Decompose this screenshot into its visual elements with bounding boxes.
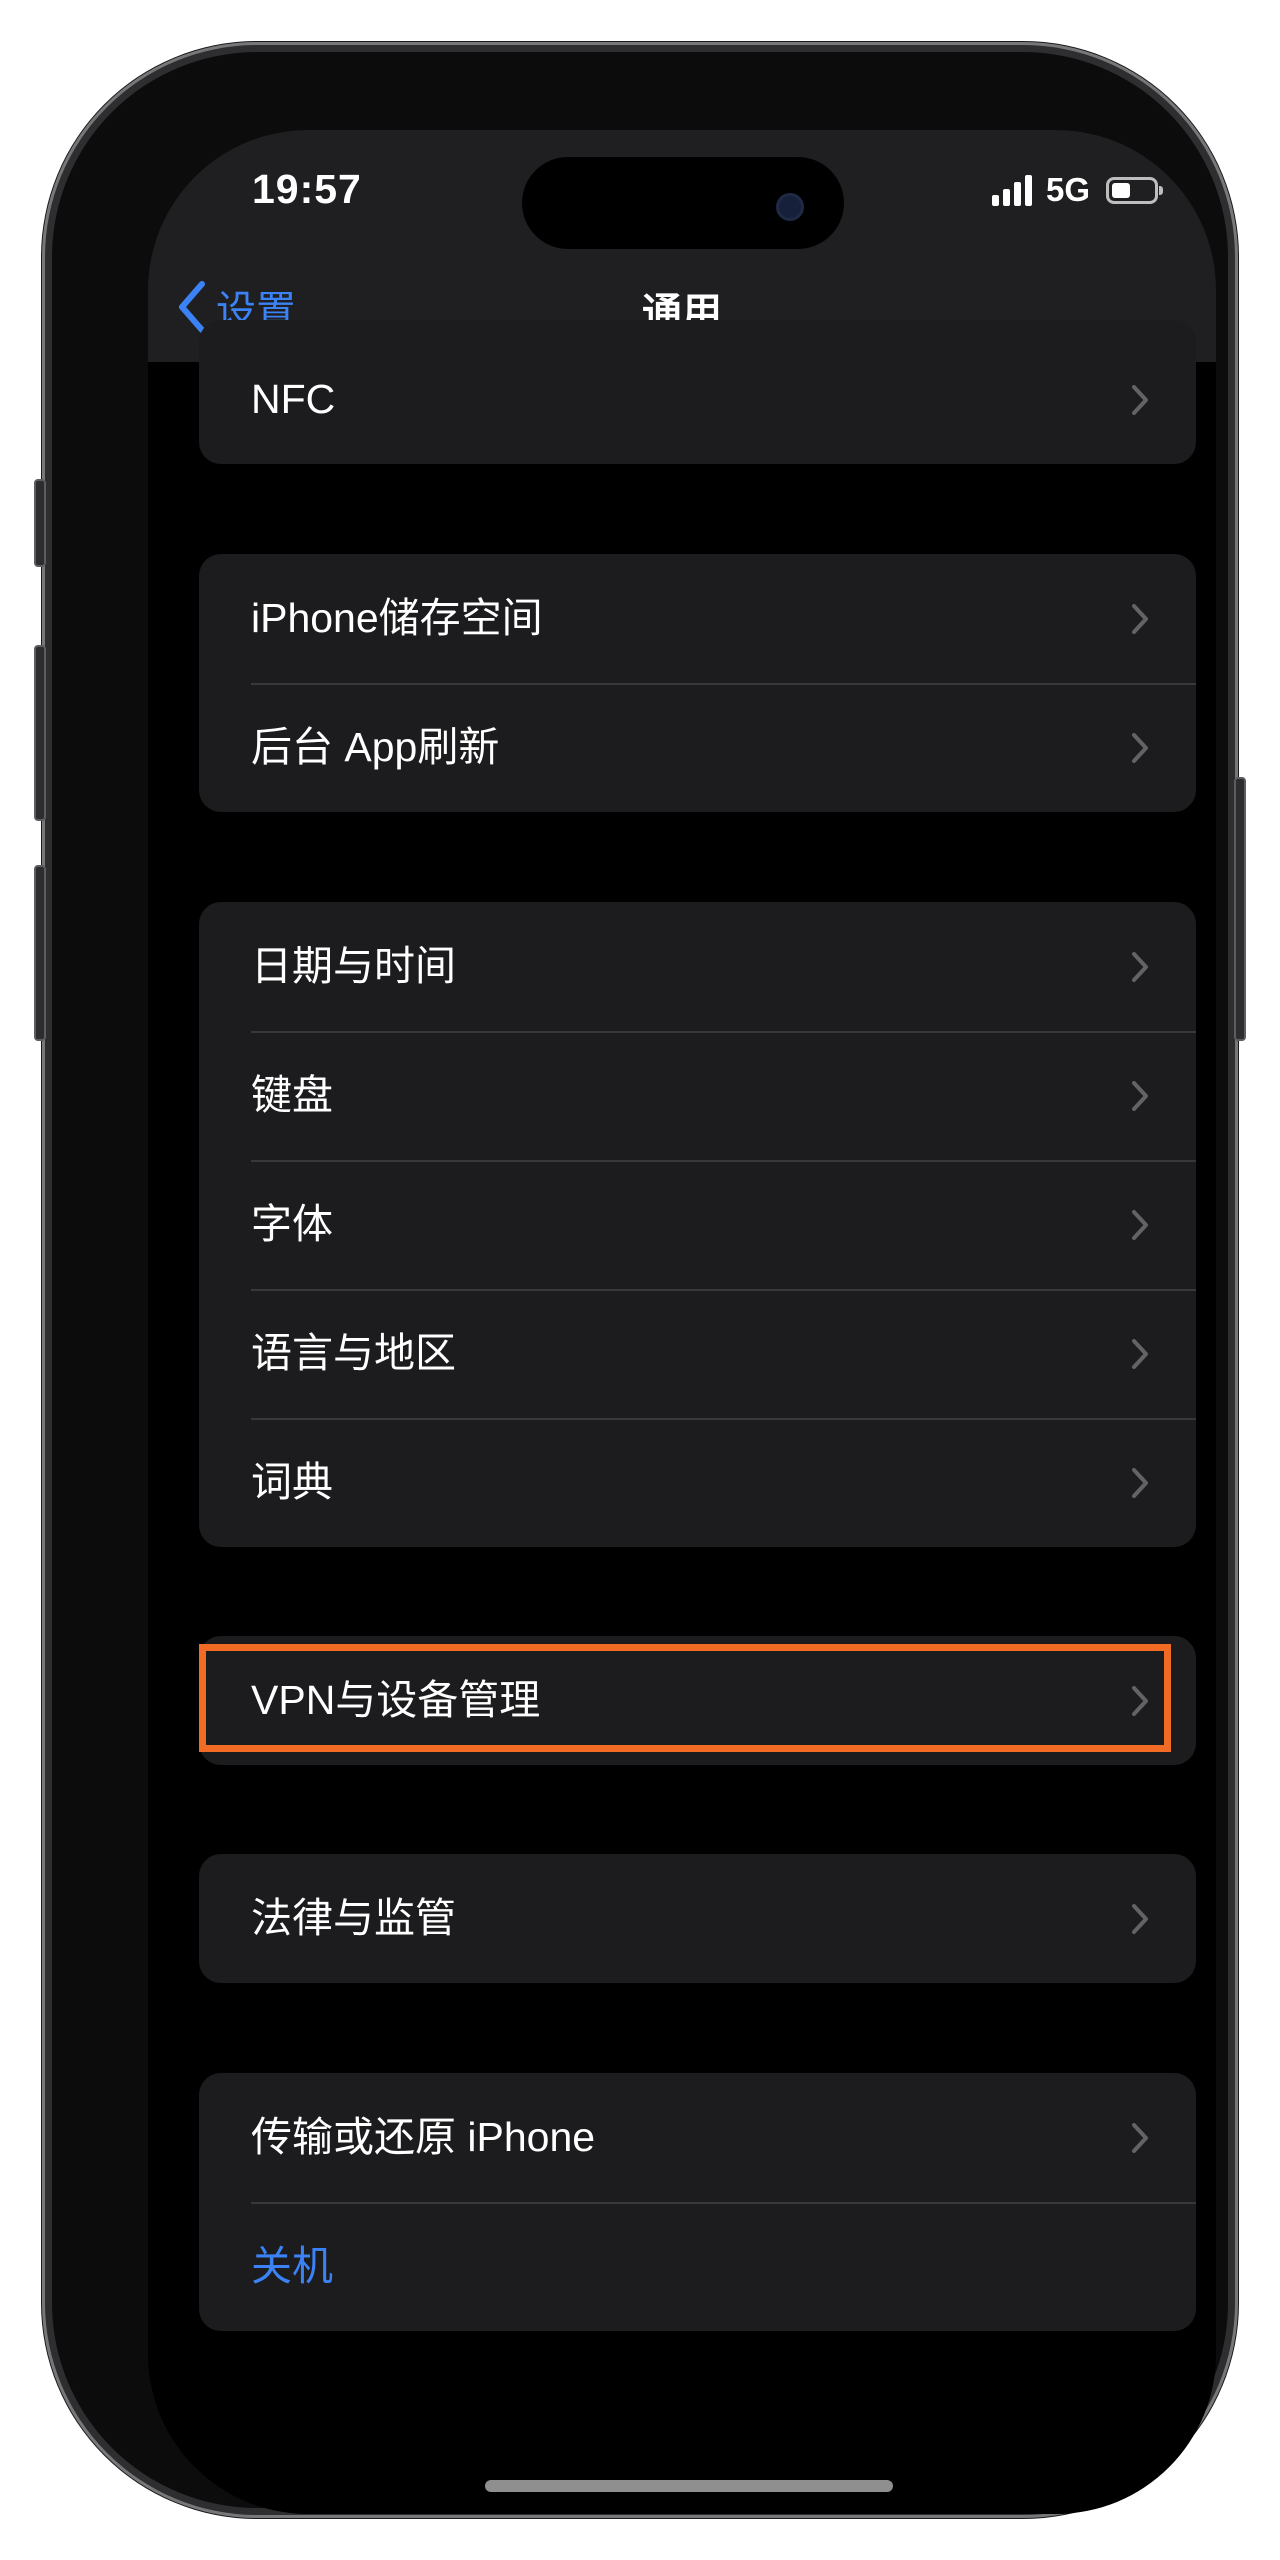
chevron-right-icon bbox=[1132, 952, 1148, 982]
settings-group: 日期与时间 键盘 字体 语言与地区 词典 bbox=[199, 902, 1196, 1547]
row-label: 语言与地区 bbox=[251, 1330, 456, 1376]
battery-icon bbox=[1106, 176, 1163, 204]
row-label: 字体 bbox=[251, 1201, 333, 1247]
volume-up-button bbox=[34, 645, 46, 821]
chevron-right-icon bbox=[1132, 385, 1148, 415]
chevron-right-icon bbox=[1132, 1339, 1148, 1369]
chevron-right-icon bbox=[1132, 604, 1148, 634]
settings-group: 法律与监管 bbox=[199, 1854, 1196, 1983]
chevron-right-icon bbox=[1132, 1904, 1148, 1934]
row-label: 日期与时间 bbox=[251, 943, 456, 989]
chevron-right-icon bbox=[1132, 1468, 1148, 1498]
settings-group: NFC bbox=[199, 320, 1196, 464]
power-button bbox=[1234, 777, 1246, 1041]
front-camera-icon bbox=[776, 193, 804, 221]
row-language-region[interactable]: 语言与地区 bbox=[199, 1289, 1196, 1418]
action-button bbox=[34, 479, 46, 567]
row-label: 传输或还原 iPhone bbox=[251, 2114, 596, 2160]
row-label: 后台 App刷新 bbox=[251, 724, 500, 770]
row-iphone-storage[interactable]: iPhone储存空间 bbox=[199, 554, 1196, 683]
row-shut-down[interactable]: 关机 bbox=[199, 2202, 1196, 2331]
chevron-right-icon bbox=[1132, 1081, 1148, 1111]
volume-down-button bbox=[34, 865, 46, 1041]
row-dictionary[interactable]: 词典 bbox=[199, 1418, 1196, 1547]
screen: 19:57 5G 设置 通用 NFC iPhone储存空间 后台 App刷新 日… bbox=[148, 130, 1216, 2514]
status-time: 19:57 bbox=[252, 166, 362, 212]
row-label: 词典 bbox=[251, 1459, 333, 1505]
row-fonts[interactable]: 字体 bbox=[199, 1160, 1196, 1289]
settings-group: 传输或还原 iPhone 关机 bbox=[199, 2073, 1196, 2331]
row-background-app-refresh[interactable]: 后台 App刷新 bbox=[199, 683, 1196, 812]
highlight-box bbox=[199, 1644, 1171, 1752]
home-indicator[interactable] bbox=[485, 2480, 893, 2492]
phone-frame: 19:57 5G 设置 通用 NFC iPhone储存空间 后台 App刷新 日… bbox=[34, 42, 1246, 2518]
cellular-signal-icon bbox=[991, 174, 1032, 206]
network-type: 5G bbox=[1045, 171, 1090, 208]
chevron-right-icon bbox=[1132, 733, 1148, 763]
row-label: 法律与监管 bbox=[251, 1895, 456, 1941]
settings-group: iPhone储存空间 后台 App刷新 bbox=[199, 554, 1196, 812]
row-legal-regulatory[interactable]: 法律与监管 bbox=[199, 1854, 1196, 1983]
row-label: NFC bbox=[251, 376, 336, 422]
row-label: iPhone储存空间 bbox=[251, 595, 543, 641]
dynamic-island bbox=[522, 157, 844, 249]
row-date-time[interactable]: 日期与时间 bbox=[199, 902, 1196, 1031]
shut-down-label: 关机 bbox=[251, 2243, 333, 2289]
row-nfc[interactable]: NFC bbox=[199, 335, 1196, 464]
row-keyboard[interactable]: 键盘 bbox=[199, 1031, 1196, 1160]
status-indicators: 5G bbox=[991, 171, 1163, 208]
row-transfer-reset[interactable]: 传输或还原 iPhone bbox=[199, 2073, 1196, 2202]
chevron-right-icon bbox=[1132, 1210, 1148, 1240]
row-label: 键盘 bbox=[251, 1072, 333, 1118]
chevron-right-icon bbox=[1132, 2123, 1148, 2153]
